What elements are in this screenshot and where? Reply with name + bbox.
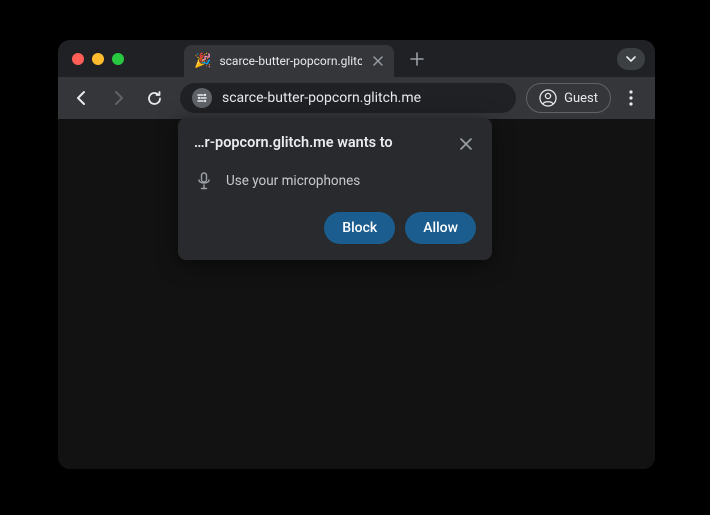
titlebar: 🎉 scarce-butter-popcorn.glitch: [58, 40, 655, 77]
maximize-window-button[interactable]: [112, 53, 124, 65]
close-window-button[interactable]: [72, 53, 84, 65]
browser-tab[interactable]: 🎉 scarce-butter-popcorn.glitch: [184, 45, 394, 77]
block-button[interactable]: Block: [324, 212, 395, 244]
permission-request-text: Use your microphones: [226, 173, 360, 189]
allow-button[interactable]: Allow: [405, 212, 476, 244]
page-content: …r-popcorn.glitch.me wants to Use your m…: [58, 119, 655, 469]
favicon-icon: 🎉: [194, 54, 211, 68]
tab-title: scarce-butter-popcorn.glitch: [219, 54, 362, 68]
permission-title: …r-popcorn.glitch.me wants to: [194, 134, 393, 151]
address-bar[interactable]: scarce-butter-popcorn.glitch.me: [180, 83, 516, 113]
guest-avatar-icon: [539, 89, 557, 107]
browser-window: 🎉 scarce-butter-popcorn.glitch scarce-b: [58, 40, 655, 469]
url-text: scarce-butter-popcorn.glitch.me: [222, 90, 421, 106]
minimize-window-button[interactable]: [92, 53, 104, 65]
forward-button[interactable]: [102, 82, 134, 114]
toolbar: scarce-butter-popcorn.glitch.me Guest: [58, 77, 655, 119]
close-dialog-button[interactable]: [456, 134, 476, 154]
site-settings-icon[interactable]: [192, 88, 212, 108]
tab-search-button[interactable]: [617, 48, 645, 70]
back-button[interactable]: [66, 82, 98, 114]
microphone-icon: [196, 172, 212, 190]
new-tab-button[interactable]: [404, 46, 430, 72]
window-controls: [66, 53, 124, 65]
profile-button[interactable]: Guest: [526, 83, 611, 113]
profile-label: Guest: [564, 91, 598, 106]
close-tab-button[interactable]: [370, 53, 386, 69]
reload-button[interactable]: [138, 82, 170, 114]
permission-dialog: …r-popcorn.glitch.me wants to Use your m…: [178, 118, 492, 260]
menu-button[interactable]: [615, 82, 647, 114]
